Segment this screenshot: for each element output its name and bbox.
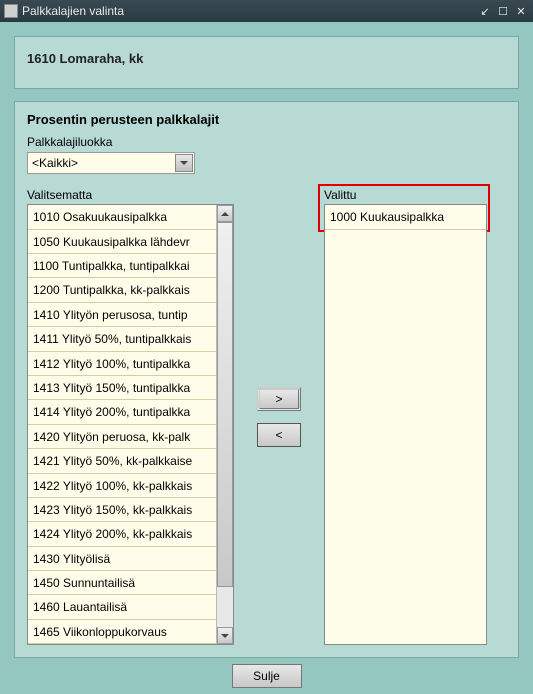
list-item[interactable]: 1000 Kuukausipalkka [325,205,486,229]
list-item[interactable]: 1414 Ylityö 200%, tuntipalkka [28,400,233,424]
app-icon [4,4,18,18]
section-title: Prosentin perusteen palkkalajit [27,112,506,127]
right-list-label: Valittu [324,188,487,202]
maximize-icon[interactable]: ☐ [495,4,511,18]
category-select-value: <Kaikki> [32,156,78,170]
list-item[interactable]: 1460 Lauantailisä [28,595,233,619]
close-icon[interactable]: ✕ [513,4,529,18]
category-select[interactable]: <Kaikki> [27,152,195,174]
scroll-down-button[interactable] [217,627,233,644]
window-titlebar: Palkkalajien valinta ↙ ☐ ✕ [0,0,533,22]
category-label: Palkkalajiluokka [27,135,506,149]
left-list-label: Valitsematta [27,188,234,202]
list-item[interactable]: 1413 Ylityö 150%, tuntipalkka [28,376,233,400]
list-item[interactable]: 1421 Ylityö 50%, kk-palkkaise [28,449,233,473]
scrollbar-thumb[interactable] [217,222,233,587]
move-right-button[interactable]: > [257,387,301,411]
list-item[interactable]: 1450 Sunnuntailisä [28,571,233,595]
restore-down-icon[interactable]: ↙ [477,4,493,18]
scrollbar[interactable] [216,205,233,644]
dropdown-button[interactable] [175,154,193,172]
move-left-button[interactable]: < [257,423,301,447]
list-item[interactable]: 1412 Ylityö 100%, tuntipalkka [28,352,233,376]
list-item[interactable]: 1410 Ylityön perusosa, tuntip [28,303,233,327]
chevron-down-icon [180,161,188,165]
list-item[interactable]: 1422 Ylityö 100%, kk-palkkais [28,474,233,498]
list-item[interactable]: 1430 Ylityölisä [28,547,233,571]
list-item[interactable]: 1423 Ylityö 150%, kk-palkkais [28,498,233,522]
list-item[interactable]: 1411 Ylityö 50%, tuntipalkkais [28,327,233,351]
move-right-label: > [275,392,282,406]
list-item[interactable]: 1424 Ylityö 200%, kk-palkkais [28,522,233,546]
close-button-label: Sulje [253,669,280,683]
list-item[interactable]: 1200 Tuntipalkka, kk-palkkais [28,278,233,302]
list-item[interactable]: 1420 Ylityön peruosa, kk-palk [28,425,233,449]
list-item[interactable]: 1010 Osakuukausipalkka [28,205,233,229]
list-item[interactable]: 1100 Tuntipalkka, tuntipalkkai [28,254,233,278]
page-title: 1610 Lomaraha, kk [27,51,506,66]
unselected-listbox[interactable]: 1010 Osakuukausipalkka1050 Kuukausipalkk… [27,204,234,645]
scrollbar-track[interactable] [217,222,233,627]
close-button[interactable]: Sulje [232,664,302,688]
selected-listbox[interactable]: 1000 Kuukausipalkka [324,204,487,645]
list-item[interactable]: 1465 Viikonloppukorvaus [28,620,233,644]
main-section: Prosentin perusteen palkkalajit Palkkala… [14,101,519,658]
chevron-down-icon [221,634,229,638]
header-panel: 1610 Lomaraha, kk [14,36,519,89]
move-left-label: < [275,428,282,442]
chevron-up-icon [221,212,229,216]
list-item[interactable]: 1050 Kuukausipalkka lähdevr [28,230,233,254]
window-title: Palkkalajien valinta [22,4,477,18]
scroll-up-button[interactable] [217,205,233,222]
